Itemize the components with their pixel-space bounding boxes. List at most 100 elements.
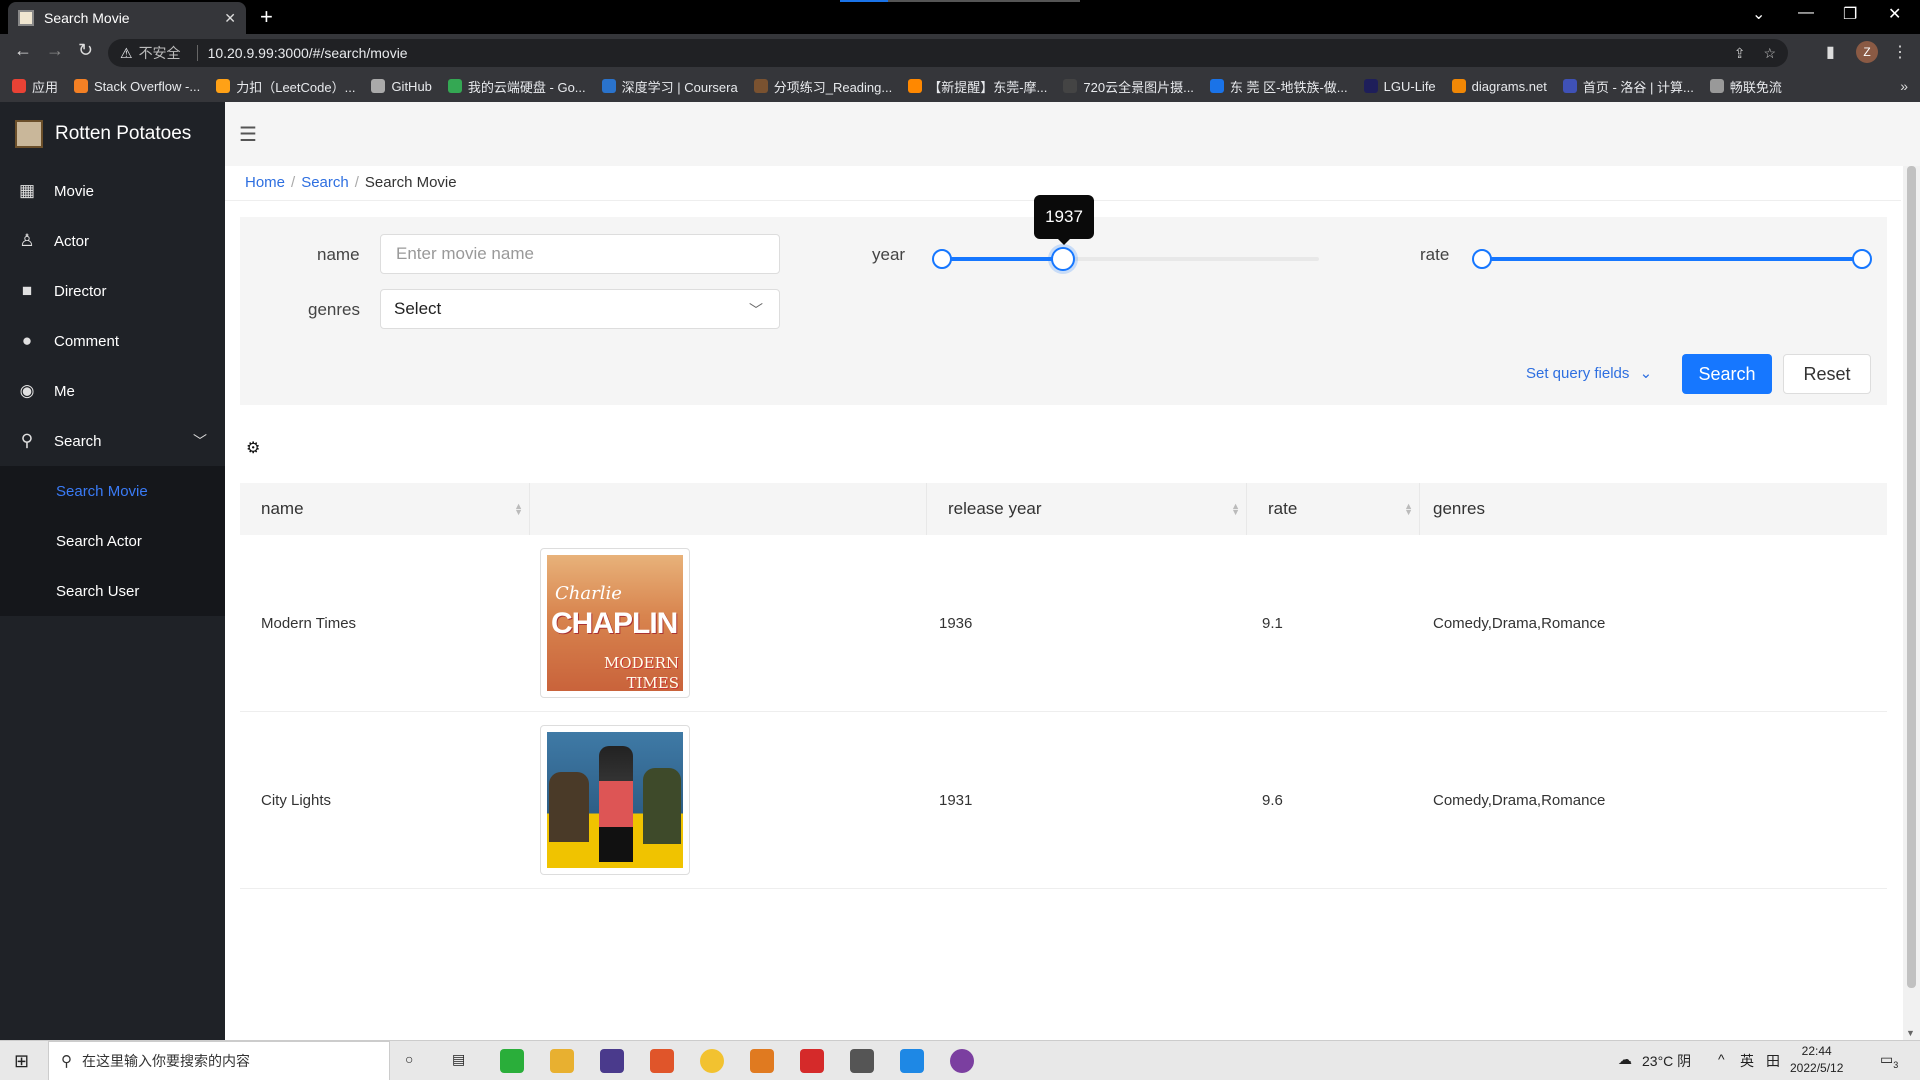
sidebar-item-search-actor[interactable]: Search Actor <box>0 516 225 566</box>
sidebar-item-search[interactable]: ⚲ Search ﹀ <box>0 416 225 466</box>
year-slider-tooltip: 1937 <box>1034 195 1094 245</box>
column-header-name[interactable]: name ▲ ▼ <box>240 483 530 535</box>
bookmark-item[interactable]: 分项练习_Reading... <box>753 77 892 96</box>
restore-icon[interactable]: ❐ <box>1843 4 1857 24</box>
minimize-icon[interactable]: — <box>1798 4 1814 22</box>
wps-icon[interactable] <box>800 1049 824 1073</box>
page-header: ☰ <box>225 102 1920 166</box>
omnibox[interactable]: ⚠ 不安全 10.20.9.99:3000/#/search/movie ⇪ ☆ <box>108 39 1788 67</box>
column-header-rate[interactable]: rate ▲ ▼ <box>1247 483 1420 535</box>
breadcrumb-home[interactable]: Home <box>245 174 285 191</box>
bookmark-label: 【新提醒】东莞-摩... <box>928 79 1048 95</box>
genres-select[interactable]: Select ﹀ <box>380 289 780 329</box>
tab-search-chevron-icon[interactable]: ⌄ <box>1752 4 1765 24</box>
user-circle-icon: ◉ <box>19 381 35 400</box>
address-bar-row: ← → ↻ ⚠ 不安全 10.20.9.99:3000/#/search/mov… <box>0 34 1920 70</box>
sidebar-item-comment[interactable]: ● Comment <box>0 316 225 366</box>
terminal-icon[interactable] <box>850 1049 874 1073</box>
new-tab-icon[interactable]: + <box>260 4 273 30</box>
reset-button[interactable]: Reset <box>1783 354 1871 394</box>
sort-icon[interactable]: ▲ ▼ <box>1404 502 1413 517</box>
reload-icon[interactable]: ↻ <box>78 40 93 61</box>
browser-tab[interactable]: Search Movie ✕ <box>8 2 246 34</box>
sidebar-item-director[interactable]: ■ Director <box>0 266 225 316</box>
pycharm-icon[interactable] <box>600 1049 624 1073</box>
bookmark-favicon-icon <box>74 79 89 93</box>
url-text[interactable]: 10.20.9.99:3000/#/search/movie <box>208 45 408 61</box>
sidebar-item-search-user[interactable]: Search User <box>0 566 225 616</box>
sidebar-item-actor[interactable]: ♙ Actor <box>0 216 225 266</box>
sidebar-item-me[interactable]: ◉ Me <box>0 366 225 416</box>
bookmark-favicon-icon <box>12 79 26 93</box>
sort-icon[interactable]: ▲ ▼ <box>1231 502 1240 517</box>
side-panel-icon[interactable]: ▮ <box>1826 42 1835 62</box>
modern-times-poster[interactable]: Charlie CHAPLIN MODERN TIMES <box>540 548 690 698</box>
table-row[interactable]: City Lights 1931 9.6 Comedy,Drama,Romanc… <box>240 712 1887 889</box>
close-window-icon[interactable]: ✕ <box>1888 4 1901 24</box>
chrome-icon[interactable] <box>700 1049 724 1073</box>
matlab-icon[interactable] <box>650 1049 674 1073</box>
windows-start-icon[interactable]: ⊞ <box>14 1051 29 1072</box>
sort-icon[interactable]: ▲ ▼ <box>514 502 523 517</box>
bookmarks-overflow-icon[interactable]: » <box>1900 78 1908 94</box>
xampp-icon[interactable] <box>750 1049 774 1073</box>
weather-icon[interactable]: ☁ <box>1618 1051 1632 1068</box>
column-header-release-year[interactable]: release year ▲ ▼ <box>927 483 1247 535</box>
movie-name-input[interactable]: Enter movie name <box>380 234 780 274</box>
ime-indicator[interactable]: 英 <box>1740 1051 1754 1071</box>
vscode-icon[interactable] <box>900 1049 924 1073</box>
bookmark-item[interactable]: 畅联免流 <box>1709 77 1782 96</box>
bookmark-item[interactable]: 东 莞 区-地铁族-做... <box>1209 77 1348 96</box>
file-explorer-icon[interactable] <box>550 1049 574 1073</box>
city-lights-poster[interactable] <box>540 725 690 875</box>
menu-fold-icon[interactable]: ☰ <box>239 122 257 147</box>
set-query-fields-toggle[interactable]: Set query fields ⌄ <box>1526 364 1652 382</box>
weather-text[interactable]: 23°C 阴 <box>1642 1051 1691 1071</box>
sidebar-item-search-movie[interactable]: Search Movie <box>0 466 225 516</box>
bookmark-item[interactable]: 首页 - 洛谷 | 计算... <box>1562 77 1694 96</box>
table-row[interactable]: Modern Times Charlie CHAPLIN MODERN TIMES… <box>240 535 1887 712</box>
wechat-icon[interactable] <box>500 1049 524 1073</box>
github-desktop-icon[interactable] <box>950 1049 974 1073</box>
bookmark-item[interactable]: Stack Overflow -... <box>74 79 200 94</box>
scrollbar-thumb[interactable] <box>1907 166 1916 988</box>
rate-range-slider[interactable] <box>1472 247 1872 271</box>
browser-menu-icon[interactable]: ⋮ <box>1892 42 1908 62</box>
tab-close-icon[interactable]: ✕ <box>224 10 236 27</box>
task-view-icon[interactable]: ▤ <box>452 1051 465 1068</box>
year-slider-handle-max[interactable] <box>1050 247 1075 271</box>
bookmark-item[interactable]: 力扣（LeetCode）... <box>216 77 355 96</box>
bookmark-item[interactable]: 【新提醒】东莞-摩... <box>908 77 1047 96</box>
taskbar-clock[interactable]: 22:44 2022/5/12 <box>1790 1043 1843 1077</box>
taskbar-search-box[interactable]: ⚲ 在这里输入你要搜索的内容 <box>48 1041 390 1080</box>
back-icon[interactable]: ← <box>14 40 32 61</box>
bookmark-item[interactable]: 我的云端硬盘 - Go... <box>447 77 586 96</box>
page-scrollbar[interactable]: ▼ <box>1903 166 1920 1040</box>
search-button[interactable]: Search <box>1682 354 1772 394</box>
share-icon[interactable]: ⇪ <box>1734 45 1746 62</box>
query-form: name Enter movie name genres Select ﹀ ye… <box>240 217 1887 405</box>
gear-icon[interactable]: ⚙ <box>246 438 260 458</box>
bookmark-item[interactable]: 深度学习 | Coursera <box>601 77 738 96</box>
breadcrumb-search[interactable]: Search <box>301 174 349 191</box>
bookmark-item[interactable]: 720云全景图片摄... <box>1063 77 1194 96</box>
bookmark-item[interactable]: GitHub <box>371 79 432 94</box>
profile-avatar[interactable]: Z <box>1856 41 1878 63</box>
year-range-slider[interactable] <box>932 247 1319 271</box>
cortana-icon[interactable]: ○ <box>405 1051 413 1067</box>
bookmark-label: 畅联免流 <box>1729 79 1782 95</box>
ime-grid-icon[interactable]: 田 <box>1766 1051 1780 1071</box>
bookmark-star-icon[interactable]: ☆ <box>1763 45 1776 62</box>
tray-expand-icon[interactable]: ^ <box>1718 1051 1725 1067</box>
rate-slider-handle-min[interactable] <box>1472 249 1492 269</box>
bookmark-item[interactable]: LGU-Life <box>1363 79 1436 94</box>
notifications-icon[interactable]: ▭3 <box>1880 1051 1898 1070</box>
scroll-down-icon[interactable]: ▼ <box>1906 1028 1915 1038</box>
forward-icon[interactable]: → <box>46 40 64 61</box>
bookmark-item[interactable]: 应用 <box>12 77 58 96</box>
app-logo[interactable]: Rotten Potatoes <box>0 102 225 166</box>
bookmark-item[interactable]: diagrams.net <box>1451 79 1547 94</box>
sidebar-item-movie[interactable]: ▦ Movie <box>0 166 225 216</box>
year-slider-handle-min[interactable] <box>932 249 952 269</box>
rate-slider-handle-max[interactable] <box>1852 249 1872 269</box>
